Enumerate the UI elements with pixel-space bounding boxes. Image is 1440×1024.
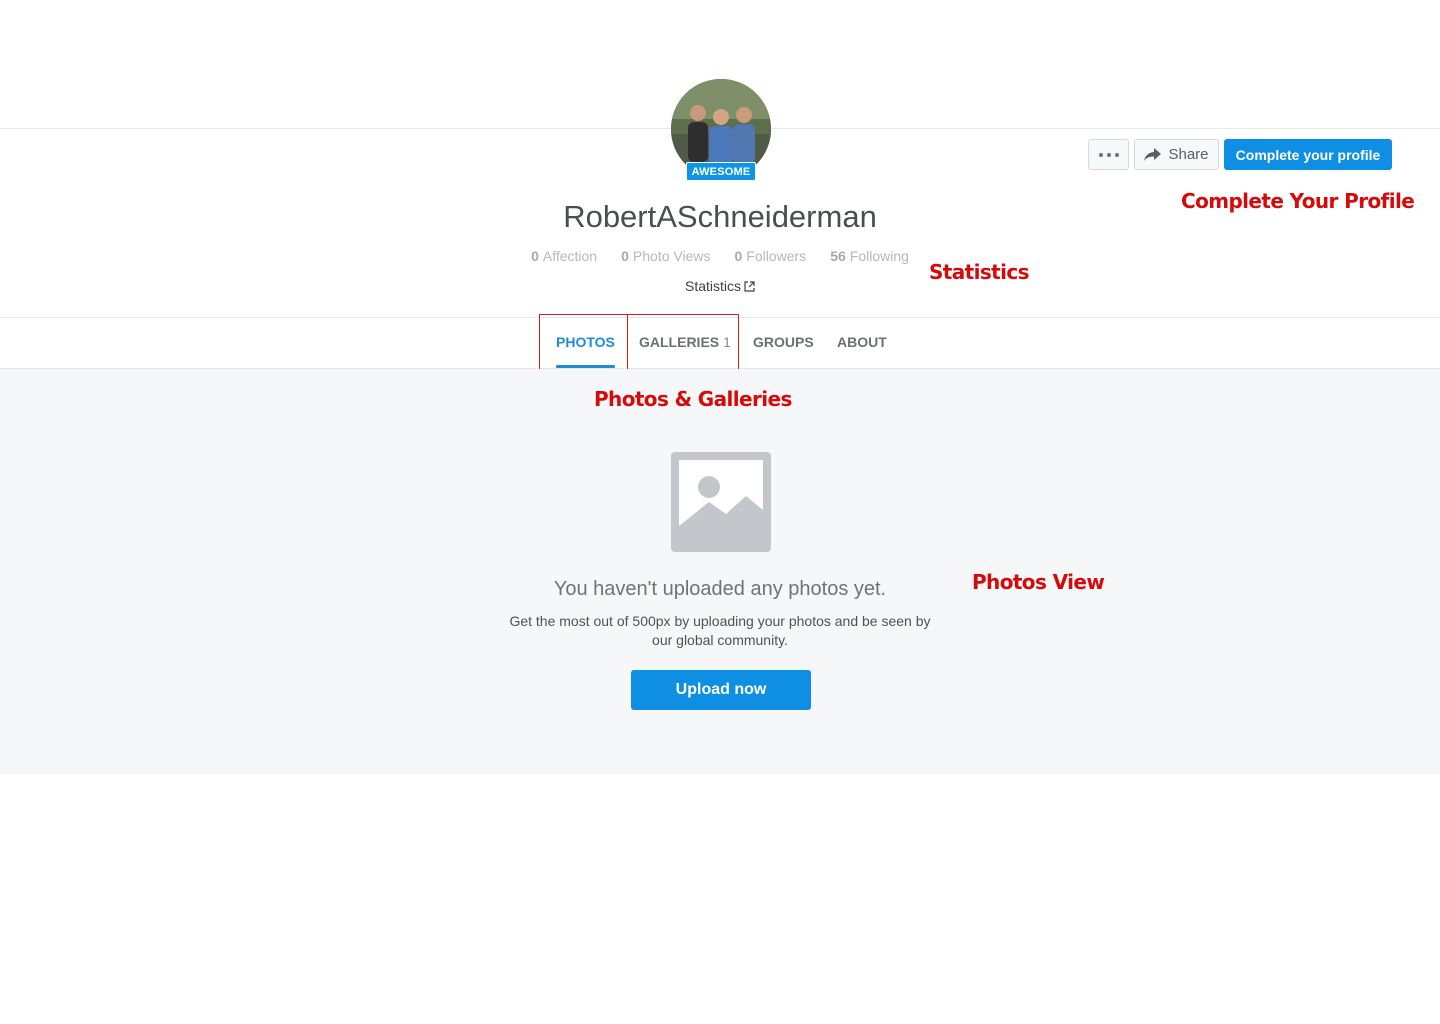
empty-state-title: You haven't uploaded any photos yet. xyxy=(553,578,887,600)
stat-affection: 0 Affection xyxy=(531,248,597,264)
stat-value: 56 xyxy=(830,248,846,264)
tab-about[interactable]: ABOUT xyxy=(837,318,887,369)
tab-label: ABOUT xyxy=(837,334,887,350)
tab-label: GROUPS xyxy=(753,334,814,350)
stat-label: Followers xyxy=(746,248,807,264)
more-options-button[interactable] xyxy=(1088,139,1129,170)
annotation-photos-view: Photos View xyxy=(972,570,1105,594)
ellipsis-icon xyxy=(1098,152,1103,157)
stat-following[interactable]: 56 Following xyxy=(830,248,909,264)
ellipsis-dot xyxy=(1106,152,1111,157)
profile-stats: 0 Affection 0 Photo Views 0 Followers 56 Fol… xyxy=(0,248,1440,264)
photos-view xyxy=(0,369,1440,774)
stat-photo-views: 0 Photo Views xyxy=(621,248,710,264)
tab-groups[interactable]: GROUPS xyxy=(753,318,814,369)
external-link-icon xyxy=(744,281,755,292)
status-badge: AWESOME xyxy=(686,162,756,181)
stat-followers[interactable]: 0 Followers xyxy=(734,248,806,264)
annotation-box-galleries xyxy=(627,314,739,377)
username: RobertASchneiderman xyxy=(563,199,877,234)
statistics-link-label: Statistics xyxy=(684,278,741,294)
annotation-photos-galleries: Photos & Galleries xyxy=(594,387,792,411)
stat-label: Affection xyxy=(542,248,598,264)
stat-value: 0 xyxy=(531,248,539,264)
statistics-link[interactable]: Statistics xyxy=(0,278,1440,294)
stat-value: 0 xyxy=(621,248,629,264)
stat-label: Photo Views xyxy=(632,248,711,264)
empty-state-description: Get the most out of 500px by uploading y… xyxy=(509,613,931,648)
share-button[interactable]: Share xyxy=(1134,139,1219,170)
complete-profile-button[interactable]: Complete your profile xyxy=(1224,139,1392,170)
share-arrow-icon xyxy=(1144,148,1162,161)
stat-label: Following xyxy=(849,248,909,264)
share-label: Share xyxy=(1168,146,1209,163)
stat-value: 0 xyxy=(734,248,743,264)
upload-now-button[interactable]: Upload now xyxy=(631,670,811,710)
ellipsis-dot xyxy=(1114,152,1119,157)
annotation-box-photos xyxy=(539,314,628,377)
image-placeholder-icon xyxy=(671,452,771,552)
